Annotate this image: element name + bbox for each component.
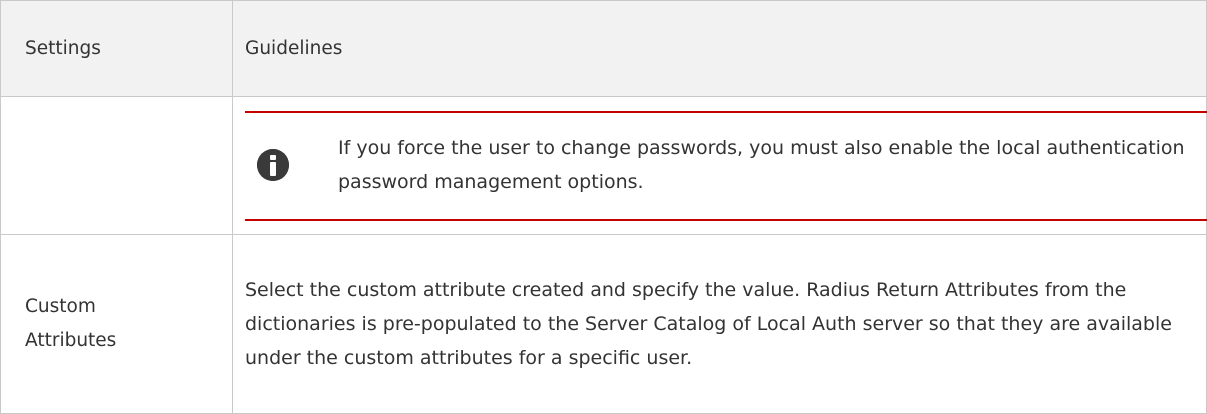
empty-settings-cell (0, 96, 233, 235)
settings-column-header: Settings (0, 0, 233, 97)
note-text: If you force the user to change password… (338, 136, 1185, 193)
note-cell: If you force the user to change password… (232, 96, 1207, 235)
guideline-cell: Select the custom attribute created and … (232, 234, 1207, 414)
guideline-text: Select the custom attribute created and … (245, 279, 1172, 369)
info-note: If you force the user to change password… (245, 110, 1207, 221)
settings-guidelines-table: Settings Guidelines If you force the use… (0, 0, 1207, 414)
info-icon (257, 148, 289, 181)
table-header-row: Settings Guidelines (0, 0, 1207, 97)
setting-cell: Custom Attributes (0, 234, 233, 414)
table-row: Custom Attributes Select the custom attr… (0, 234, 1207, 414)
setting-name: Custom Attributes (25, 296, 117, 351)
table-row: If you force the user to change password… (0, 96, 1207, 235)
settings-header-label: Settings (25, 38, 101, 59)
guidelines-column-header: Guidelines (232, 0, 1207, 97)
guidelines-header-label: Guidelines (245, 38, 343, 59)
